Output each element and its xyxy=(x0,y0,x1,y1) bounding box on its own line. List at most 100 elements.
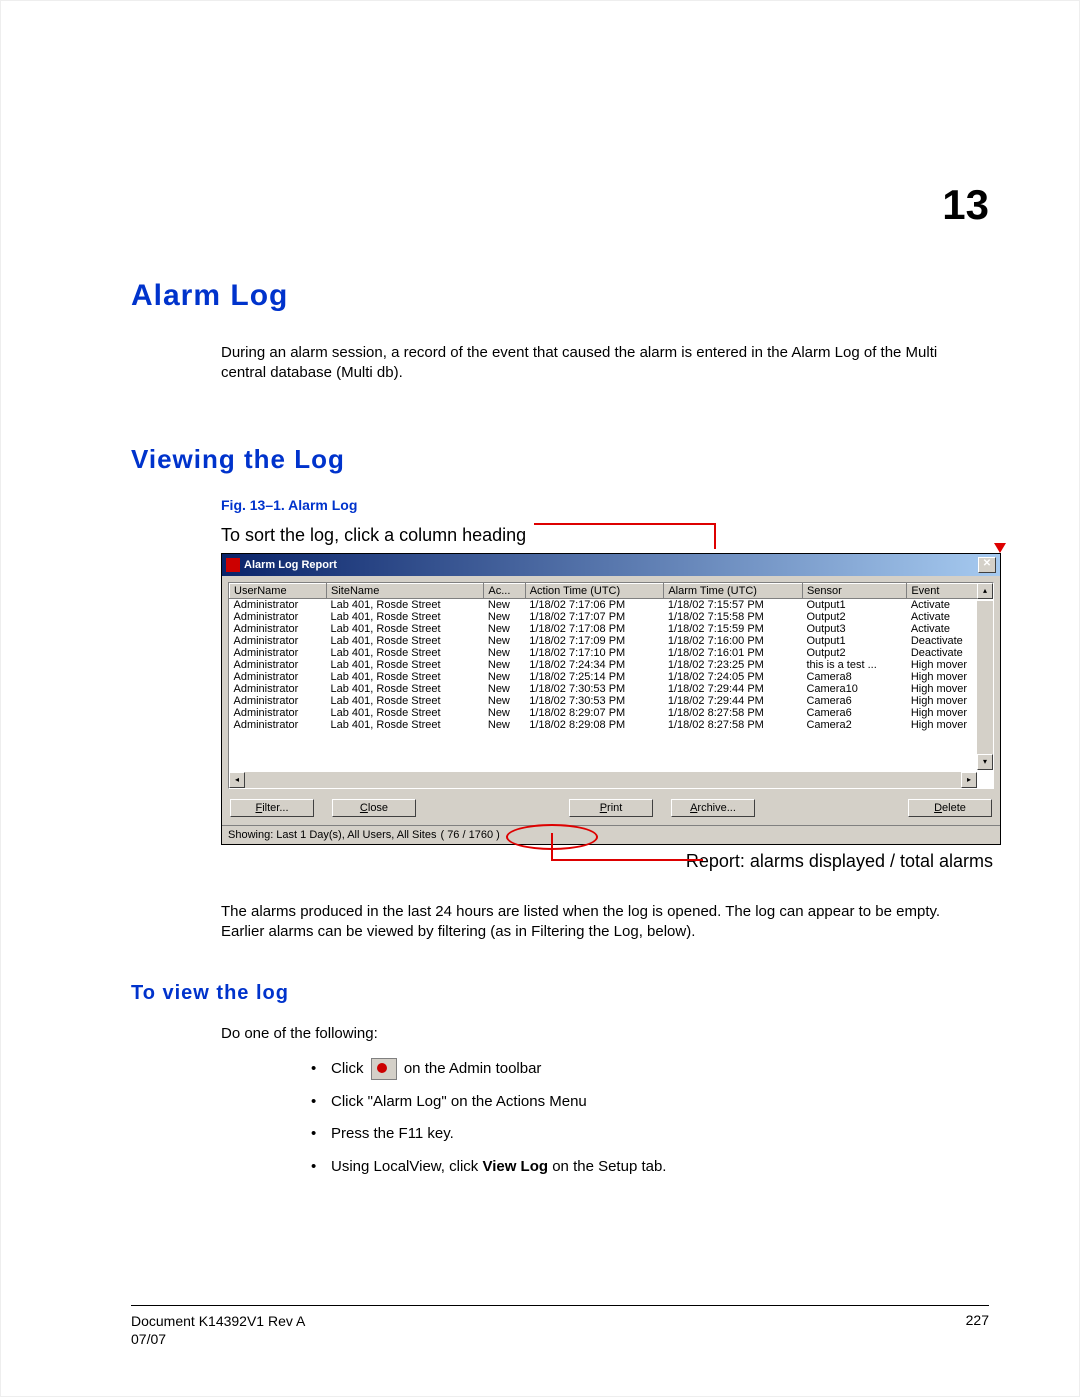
table-cell: 1/18/02 8:29:07 PM xyxy=(525,707,664,719)
table-row[interactable]: AdministratorLab 401, Rosde StreetNew1/1… xyxy=(230,659,993,671)
table-cell: Lab 401, Rosde Street xyxy=(327,623,484,635)
annotation-report: Report: alarms displayed / total alarms xyxy=(686,851,993,872)
window-title: Alarm Log Report xyxy=(244,559,337,571)
footer-date: 07/07 xyxy=(131,1331,166,1347)
table-cell: New xyxy=(484,659,525,671)
table-row[interactable]: AdministratorLab 401, Rosde StreetNew1/1… xyxy=(230,719,993,731)
table-cell: Lab 401, Rosde Street xyxy=(327,659,484,671)
column-header[interactable]: Sensor xyxy=(802,583,906,598)
table-cell: Administrator xyxy=(230,707,327,719)
scroll-right-icon[interactable]: ▸ xyxy=(961,772,977,788)
filter-label: ilter... xyxy=(262,802,288,814)
print-label: rint xyxy=(607,802,622,814)
annotation-bottom-row: Report: alarms displayed / total alarms xyxy=(221,851,1001,872)
column-header[interactable]: Alarm Time (UTC) xyxy=(664,583,803,598)
app-icon xyxy=(226,558,240,572)
bullet-item: Click on the Admin toolbar xyxy=(311,1058,989,1081)
table-row[interactable]: AdministratorLab 401, Rosde StreetNew1/1… xyxy=(230,695,993,707)
scroll-down-icon[interactable]: ▾ xyxy=(977,754,993,770)
table-cell: New xyxy=(484,719,525,731)
table-cell: Administrator xyxy=(230,695,327,707)
table-cell: 1/18/02 7:24:05 PM xyxy=(664,671,803,683)
column-header[interactable]: SiteName xyxy=(327,583,484,598)
table-cell: New xyxy=(484,647,525,659)
chapter-number: 13 xyxy=(131,181,989,229)
table-row[interactable]: AdministratorLab 401, Rosde StreetNew1/1… xyxy=(230,598,993,611)
table-cell: Lab 401, Rosde Street xyxy=(327,611,484,623)
column-header[interactable]: Ac... xyxy=(484,583,525,598)
table-cell: 1/18/02 7:15:57 PM xyxy=(664,598,803,611)
table-cell: Administrator xyxy=(230,598,327,611)
window-titlebar[interactable]: Alarm Log Report ✕ xyxy=(222,554,1000,576)
table-cell: Administrator xyxy=(230,659,327,671)
bullet-item: Click "Alarm Log" on the Actions Menu xyxy=(311,1091,989,1114)
figure-container: To sort the log, click a column heading … xyxy=(221,523,1001,872)
table-row[interactable]: AdministratorLab 401, Rosde StreetNew1/1… xyxy=(230,707,993,719)
table-cell: 1/18/02 7:29:44 PM xyxy=(664,683,803,695)
table-cell: New xyxy=(484,611,525,623)
table-row[interactable]: AdministratorLab 401, Rosde StreetNew1/1… xyxy=(230,647,993,659)
table-cell: 1/18/02 7:17:10 PM xyxy=(525,647,664,659)
table-cell: 1/18/02 7:17:09 PM xyxy=(525,635,664,647)
table-cell: 1/18/02 8:27:58 PM xyxy=(664,719,803,731)
table-cell: Lab 401, Rosde Street xyxy=(327,719,484,731)
table-cell: New xyxy=(484,623,525,635)
table-cell: Lab 401, Rosde Street xyxy=(327,598,484,611)
archive-label: rchive... xyxy=(697,802,736,814)
table-cell: Administrator xyxy=(230,635,327,647)
table-cell: 1/18/02 7:23:25 PM xyxy=(664,659,803,671)
table-cell: Lab 401, Rosde Street xyxy=(327,707,484,719)
delete-button[interactable]: Delete xyxy=(908,799,992,817)
do-one-text: Do one of the following: xyxy=(221,1025,989,1042)
red-line-bottom xyxy=(551,833,703,861)
table-cell: New xyxy=(484,707,525,719)
button-row: Filter... Close Print Archive... Delete xyxy=(222,795,1000,825)
table-cell: 1/18/02 7:16:01 PM xyxy=(664,647,803,659)
alarm-log-window: Alarm Log Report ✕ UserNameSiteNameAc...… xyxy=(221,553,1001,845)
table-cell: Administrator xyxy=(230,611,327,623)
table-cell: Camera8 xyxy=(802,671,906,683)
footer-doc: Document K14392V1 Rev A xyxy=(131,1313,305,1329)
table-row[interactable]: AdministratorLab 401, Rosde StreetNew1/1… xyxy=(230,671,993,683)
table-cell: New xyxy=(484,671,525,683)
table-cell: 1/18/02 7:17:07 PM xyxy=(525,611,664,623)
close-label: lose xyxy=(368,802,388,814)
figure-caption: Fig. 13–1. Alarm Log xyxy=(221,497,989,513)
table-row[interactable]: AdministratorLab 401, Rosde StreetNew1/1… xyxy=(230,623,993,635)
archive-button[interactable]: Archive... xyxy=(671,799,755,817)
table-row[interactable]: AdministratorLab 401, Rosde StreetNew1/1… xyxy=(230,611,993,623)
vertical-scrollbar[interactable] xyxy=(977,601,993,770)
table-cell: Lab 401, Rosde Street xyxy=(327,647,484,659)
table-cell: Output1 xyxy=(802,598,906,611)
annotation-sort: To sort the log, click a column heading xyxy=(221,525,526,546)
close-button[interactable]: Close xyxy=(332,799,416,817)
table-cell: Output1 xyxy=(802,635,906,647)
scroll-left-icon[interactable]: ◂ xyxy=(229,772,245,788)
column-header[interactable]: UserName xyxy=(230,583,327,598)
table-cell: Output2 xyxy=(802,647,906,659)
filter-button[interactable]: Filter... xyxy=(230,799,314,817)
table-cell: Lab 401, Rosde Street xyxy=(327,695,484,707)
status-text: Showing: Last 1 Day(s), All Users, All S… xyxy=(228,829,436,841)
print-button[interactable]: Print xyxy=(569,799,653,817)
table-cell: Administrator xyxy=(230,647,327,659)
table-cell: 1/18/02 7:25:14 PM xyxy=(525,671,664,683)
scroll-up-icon[interactable]: ▴ xyxy=(977,583,993,599)
table-cell: New xyxy=(484,635,525,647)
table-cell: 1/18/02 7:17:06 PM xyxy=(525,598,664,611)
table-cell: Output3 xyxy=(802,623,906,635)
table-cell: 1/18/02 7:15:59 PM xyxy=(664,623,803,635)
intro-paragraph: During an alarm session, a record of the… xyxy=(221,343,979,384)
table-cell: 1/18/02 7:30:53 PM xyxy=(525,683,664,695)
table-row[interactable]: AdministratorLab 401, Rosde StreetNew1/1… xyxy=(230,635,993,647)
page-title: Alarm Log xyxy=(131,279,989,313)
horizontal-scrollbar[interactable]: ◂ ▸ xyxy=(229,772,977,788)
table-cell: New xyxy=(484,683,525,695)
column-header[interactable]: Action Time (UTC) xyxy=(525,583,664,598)
table-cell: Camera10 xyxy=(802,683,906,695)
log-grid: UserNameSiteNameAc...Action Time (UTC)Al… xyxy=(228,582,994,789)
close-icon[interactable]: ✕ xyxy=(978,557,996,573)
table-cell: 1/18/02 7:24:34 PM xyxy=(525,659,664,671)
table-row[interactable]: AdministratorLab 401, Rosde StreetNew1/1… xyxy=(230,683,993,695)
table-cell: Lab 401, Rosde Street xyxy=(327,635,484,647)
